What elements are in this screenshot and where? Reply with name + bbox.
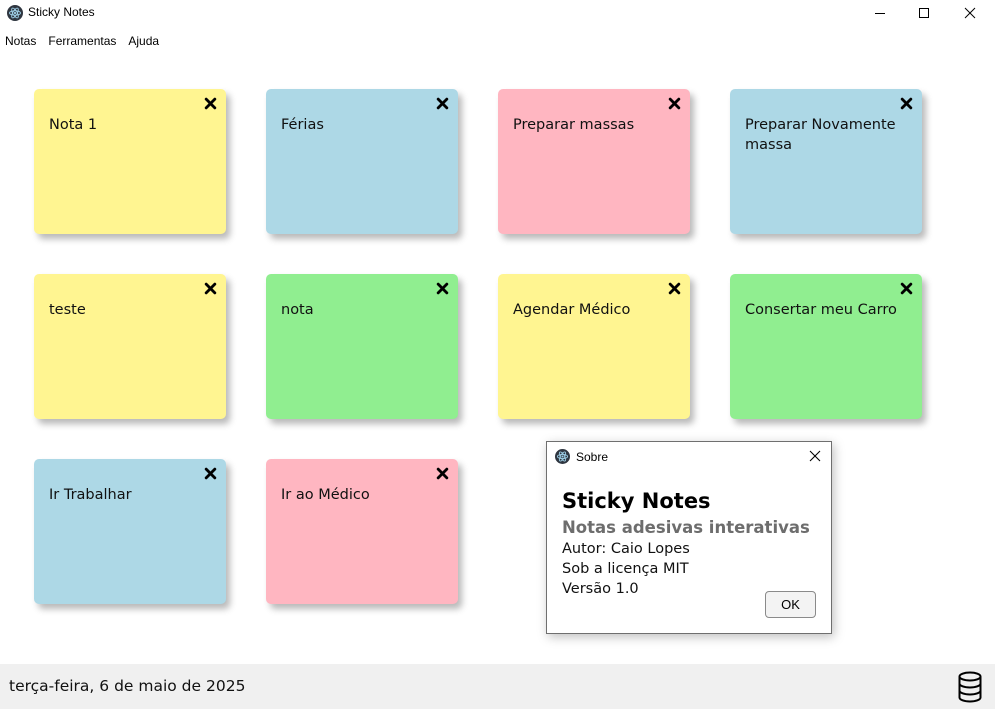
about-subtitle: Notas adesivas interativas [562,518,810,537]
dialog-title: Sobre [576,450,609,464]
close-note-icon[interactable] [204,97,217,110]
about-license: Sob a licença MIT [562,561,689,577]
window-title: Sticky Notes [28,5,95,19]
about-app-name: Sticky Notes [562,489,711,513]
close-note-icon[interactable] [204,282,217,295]
menu-bar: Notas Ferramentas Ajuda [0,30,165,52]
note-text[interactable]: Consertar meu Carro [745,300,905,320]
maximize-icon [919,7,929,18]
close-note-icon[interactable] [436,282,449,295]
sticky-note[interactable]: Preparar Novamente massa [730,89,922,234]
close-icon[interactable] [809,450,821,462]
sticky-note[interactable]: Ir ao Médico [266,459,458,604]
sticky-note[interactable]: Preparar massas [498,89,690,234]
close-note-icon[interactable] [436,467,449,480]
note-text[interactable]: Ir Trabalhar [49,485,209,505]
sticky-note[interactable]: nota [266,274,458,419]
status-bar: terça-feira, 6 de maio de 2025 [0,664,995,709]
sticky-note[interactable]: Agendar Médico [498,274,690,419]
title-bar: Sticky Notes [0,0,995,25]
minimize-button[interactable] [857,0,903,25]
note-text[interactable]: Férias [281,115,441,135]
app-icon [555,449,570,464]
about-dialog: Sobre Sticky Notes Notas adesivas intera… [546,441,832,634]
app-icon [7,5,23,21]
note-text[interactable]: Nota 1 [49,115,209,135]
about-version: Versão 1.0 [562,581,639,597]
close-note-icon[interactable] [900,282,913,295]
note-text[interactable]: teste [49,300,209,320]
menu-item-ferramentas[interactable]: Ferramentas [42,30,122,52]
close-note-icon[interactable] [436,97,449,110]
minimize-icon [875,12,885,14]
close-note-icon[interactable] [204,467,217,480]
sticky-note[interactable]: Nota 1 [34,89,226,234]
sticky-note[interactable]: Ir Trabalhar [34,459,226,604]
sticky-note[interactable]: teste [34,274,226,419]
close-note-icon[interactable] [668,282,681,295]
window-close-button[interactable] [947,0,993,25]
sticky-note[interactable]: Consertar meu Carro [730,274,922,419]
note-text[interactable]: Preparar massas [513,115,673,135]
note-text[interactable]: nota [281,300,441,320]
close-icon [964,7,976,18]
menu-item-ajuda[interactable]: Ajuda [122,30,165,52]
status-date: terça-feira, 6 de maio de 2025 [9,677,246,695]
close-note-icon[interactable] [900,97,913,110]
database-icon[interactable] [957,671,983,703]
about-author: Autor: Caio Lopes [562,541,690,557]
note-text[interactable]: Ir ao Médico [281,485,441,505]
close-note-icon[interactable] [668,97,681,110]
note-text[interactable]: Agendar Médico [513,300,673,320]
ok-button[interactable]: OK [765,591,816,618]
menu-item-notas[interactable]: Notas [0,30,42,52]
sticky-note[interactable]: Férias [266,89,458,234]
note-text[interactable]: Preparar Novamente massa [745,115,905,155]
maximize-button[interactable] [901,0,947,25]
